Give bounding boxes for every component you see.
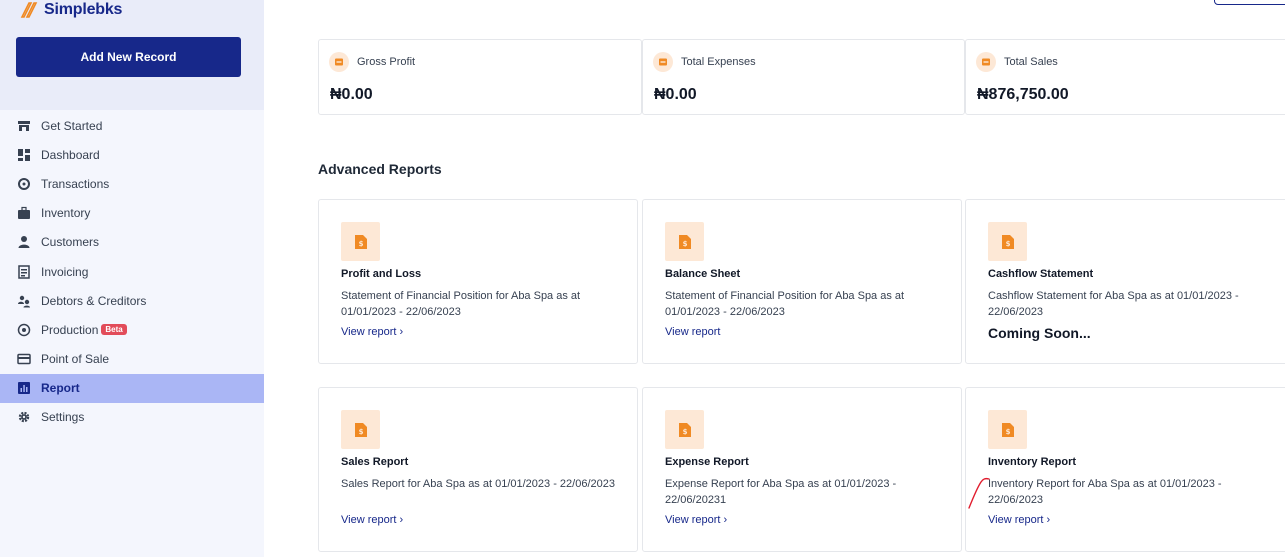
brand-logo-icon [20,2,38,18]
dashboard-icon [17,148,31,162]
brand-name: Simplebks [44,1,123,18]
sidebar-item-report[interactable]: Report [0,373,264,403]
sidebar-item-label: Customers [41,235,100,250]
report-title: Sales Report [341,456,409,468]
beta-badge: Beta [101,324,127,336]
report-description: Sales Report for Aba Spa as at 01/01/202… [341,478,615,490]
report-title: Inventory Report [988,456,1077,468]
summary-value: ₦0.00 [330,86,373,103]
section-title-advanced-reports: Advanced Reports [318,161,442,177]
sidebar-item-transactions[interactable]: Transactions [0,169,264,198]
report-title: Balance Sheet [665,268,741,280]
sidebar-item-dashboard[interactable]: Dashboard [0,140,264,169]
summary-label: Total Sales [1004,56,1058,68]
add-new-record-button[interactable]: Add New Record [16,37,241,77]
report-icon [17,381,31,395]
sidebar-item-label: Inventory [41,206,91,221]
sidebar-item-label: Settings [41,410,85,425]
report-doc-icon: $ [341,222,380,261]
refresh-icon [17,177,31,191]
sidebar-item-settings[interactable]: Settings [0,403,264,432]
report-card-profit-and-loss: $ Profit and Loss Statement of Financial… [318,199,638,364]
svg-text:$: $ [682,240,687,248]
summary-card-total-sales: Total Sales ₦876,750.00 [965,39,1285,115]
report-title: Cashflow Statement [988,268,1094,280]
report-description: Expense Report for Aba Spa as at 01/01/2… [665,478,897,506]
top-right-button[interactable] [1214,0,1285,5]
sidebar-item-production[interactable]: Production Beta [0,315,264,344]
sidebar-item-label: Production [41,322,99,337]
sidebar-item-point-of-sale[interactable]: Point of Sale [0,345,264,374]
view-report-link[interactable]: View report › [341,514,403,526]
user-icon [17,235,31,249]
svg-text:$: $ [1005,428,1010,436]
report-doc-icon: $ [665,222,704,261]
report-doc-icon: $ [665,410,704,449]
summary-card-gross-profit: Gross Profit ₦0.00 [318,39,642,115]
gear-icon [17,410,31,424]
view-report-link[interactable]: View report › [341,326,403,338]
briefcase-icon [17,206,31,220]
report-card-balance-sheet: $ Balance Sheet Statement of Financial P… [642,199,962,364]
sidebar-item-label: Transactions [41,176,110,191]
summary-value: ₦0.00 [654,86,697,103]
sidebar-nav: Get Started Dashboard Transactions Inven… [0,111,264,432]
red-pen-annotation-mark [968,477,990,509]
sidebar-item-label: Invoicing [41,264,89,279]
sidebar-item-inventory[interactable]: Inventory [0,199,264,228]
summary-card-total-expenses: Total Expenses ₦0.00 [642,39,965,115]
report-description: Cashflow Statement for Aba Spa as at 01/… [988,290,1239,318]
report-title: Expense Report [665,456,749,468]
card-icon [17,352,31,366]
report-card-expense-report: $ Expense Report Expense Report for Aba … [642,387,962,552]
report-card-sales-report: $ Sales Report Sales Report for Aba Spa … [318,387,638,552]
report-doc-icon: $ [988,410,1027,449]
sidebar: Simplebks Add New Record Get Started Das… [0,0,264,557]
report-description: Statement of Financial Position for Aba … [665,290,905,318]
svg-text:$: $ [1005,240,1010,248]
svg-text:$: $ [358,428,363,436]
report-title: Profit and Loss [341,268,422,280]
sidebar-item-get-started[interactable]: Get Started [0,111,264,140]
sidebar-item-label: Get Started [41,118,103,133]
summary-label: Gross Profit [357,56,416,68]
summary-label: Total Expenses [681,56,756,68]
sidebar-item-label: Dashboard [41,147,100,162]
money-icon [976,52,996,72]
sidebar-header: Simplebks Add New Record [0,0,264,110]
sidebar-item-invoicing[interactable]: Invoicing [0,257,264,286]
sidebar-item-label: Debtors & Creditors [41,293,147,308]
svg-text:$: $ [358,240,363,248]
production-icon [17,323,31,337]
report-description: Inventory Report for Aba Spa as at 01/01… [988,478,1222,506]
view-report-link[interactable]: View report › [665,514,727,526]
sidebar-item-debtors-creditors[interactable]: Debtors & Creditors [0,286,264,315]
report-card-cashflow-statement: $ Cashflow Statement Cashflow Statement … [965,199,1285,364]
report-doc-icon: $ [988,222,1027,261]
sidebar-item-label: Point of Sale [41,352,110,367]
sidebar-item-customers[interactable]: Customers [0,228,264,257]
view-report-link[interactable]: View report › [988,514,1050,526]
coming-soon-label: Coming Soon... [988,325,1091,341]
report-doc-icon: $ [341,410,380,449]
svg-text:$: $ [682,428,687,436]
view-report-link[interactable]: View report [665,326,720,338]
money-icon [653,52,673,72]
store-icon [17,119,31,133]
summary-value: ₦876,750.00 [977,86,1069,103]
report-description: Statement of Financial Position for Aba … [341,290,581,318]
invoice-icon [17,264,31,279]
report-card-inventory-report: $ Inventory Report Inventory Report for … [965,387,1285,552]
sidebar-item-label: Report [41,381,80,396]
brand[interactable]: Simplebks [18,0,122,22]
app-window: Simplebks Add New Record Get Started Das… [0,0,1285,557]
money-icon [329,52,349,72]
people-icon [17,294,31,308]
